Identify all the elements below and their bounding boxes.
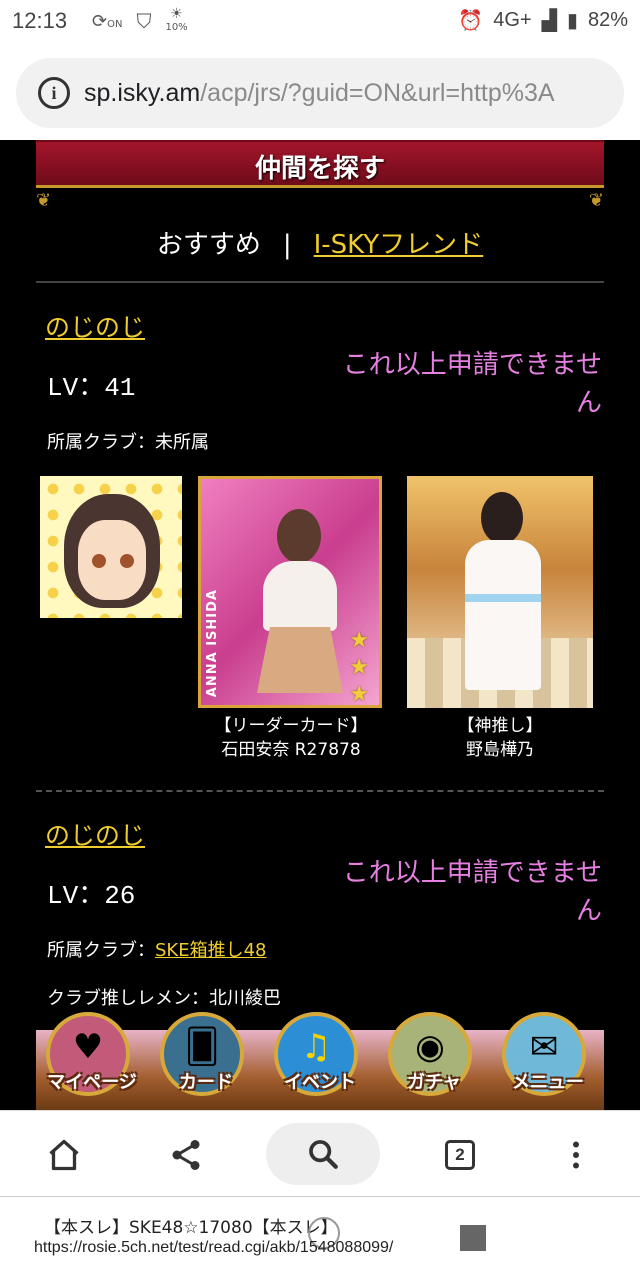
caption-overlay: 【本スレ】SKE48☆17080【本スレ】 https://rosie.5ch.…	[0, 1196, 640, 1280]
page-title: 仲間を探す	[254, 154, 385, 184]
thread-title: 【本スレ】SKE48☆17080【本スレ】	[44, 1218, 338, 1238]
notification-icons: ⟳ON ⛉ ☀ 10%	[92, 6, 188, 34]
music-note-icon: ♫	[300, 1027, 332, 1067]
divider	[36, 790, 604, 792]
system-indicators: ⏰ 4G+ ▟ ▮ 82%	[458, 8, 628, 33]
clock: 12:13	[12, 8, 68, 33]
home-button[interactable]	[42, 1133, 86, 1177]
oshi-caption: 【神推し】 野島樺乃	[457, 716, 543, 760]
browser-toolbar: 2	[0, 1110, 640, 1196]
data-saver-icon: ⟳ON	[92, 10, 123, 32]
club-info: 所属クラブ：未所属	[47, 432, 209, 453]
cards-icon: 🂠	[184, 1027, 220, 1067]
share-button[interactable]	[164, 1133, 208, 1177]
web-content: 仲間を探す ❦ ❦ おすすめ | I-SKYフレンド のじのじ LV：41 これ以上…	[0, 140, 640, 1110]
tab-isky-friend[interactable]: I-SKYフレンド	[314, 230, 484, 260]
game-navigation: ♥ マイページ 🂠 カード ♫ イベント ◉ ガチャ ✉ メニュー	[36, 1012, 604, 1110]
oshimen-value: 北川綾巴	[209, 988, 281, 1009]
friend-tabs: おすすめ | I-SKYフレンド	[0, 224, 640, 261]
event-button[interactable]: ♫ イベント	[274, 1012, 358, 1096]
oshi-member-image[interactable]	[407, 476, 593, 708]
tab-count: 2	[445, 1140, 475, 1170]
member-level: LV：26	[47, 881, 136, 911]
member-level: LV：41	[47, 373, 136, 403]
browser-header: i sp.isky.am/acp/jrs/?guid=ON&url=http%3…	[0, 48, 640, 140]
rarity-stars-icon: ★ ★ ★	[349, 628, 369, 707]
alarm-icon: ⏰	[458, 10, 484, 32]
club-oshimen: クラブ推しレメン：北川綾巴	[47, 988, 281, 1009]
divider	[36, 281, 604, 283]
signal-icon: ▟	[541, 10, 557, 32]
card-button[interactable]: 🂠 カード	[160, 1012, 244, 1096]
address-bar[interactable]: i sp.isky.am/acp/jrs/?guid=ON&url=http%3…	[16, 58, 624, 128]
mypage-button[interactable]: ♥ マイページ	[46, 1012, 137, 1096]
network-type: 4G+	[493, 9, 532, 31]
more-menu-button[interactable]	[554, 1133, 598, 1177]
member-entry: のじのじ LV：41 これ以上申請できません 所属クラブ：未所属 ANNA IS…	[36, 300, 604, 790]
battery-level: 82%	[587, 9, 628, 31]
search-icon	[309, 1140, 338, 1169]
apply-status: これ以上申請できません	[342, 858, 602, 926]
status-bar: 12:13 ⟳ON ⛉ ☀ 10% ⏰ 4G+ ▟ ▮ 82%	[0, 0, 640, 48]
more-vert-icon	[573, 1141, 579, 1169]
thread-url: https://rosie.5ch.net/test/read.cgi/akb/…	[34, 1239, 394, 1256]
leader-card-image[interactable]: ANNA ISHIDA ★ ★ ★	[198, 476, 382, 708]
info-icon[interactable]: i	[38, 77, 70, 109]
battery-icon: ▮	[566, 10, 578, 32]
club-info: 所属クラブ：SKE箱推し48	[47, 940, 267, 961]
home-icon	[49, 1139, 79, 1171]
ornament-icon: ❦	[588, 190, 604, 211]
gacha-button[interactable]: ◉ ガチャ	[388, 1012, 472, 1096]
leader-card-caption: 【リーダーカード】 石田安奈 R27878	[214, 716, 368, 760]
member-avatar[interactable]	[40, 476, 182, 618]
club-link[interactable]: SKE箱推し48	[155, 940, 267, 961]
ornament-icon: ❦	[36, 190, 52, 211]
tab-recommended[interactable]: おすすめ	[157, 230, 261, 260]
stop-icon	[460, 1225, 486, 1251]
tab-switcher-button[interactable]: 2	[438, 1133, 482, 1177]
menu-button[interactable]: ✉ メニュー	[502, 1012, 586, 1096]
menu-scroll-icon: ✉	[529, 1027, 559, 1067]
member-name-link[interactable]: のじのじ	[45, 308, 145, 344]
member-name-link[interactable]: のじのじ	[45, 816, 145, 852]
club-value: 未所属	[155, 432, 209, 453]
apply-status: これ以上申請できません	[342, 350, 602, 418]
title-banner: 仲間を探す	[36, 140, 604, 188]
member-entry: のじのじ LV：26 これ以上申請できません 所属クラブ：SKE箱推し48 クラ…	[36, 808, 604, 1038]
shield-icon: ⛉	[136, 9, 152, 33]
share-icon	[172, 1140, 200, 1170]
heart-icon: ♥	[72, 1027, 104, 1067]
brightness-icon: ☀ 10%	[165, 6, 188, 33]
card-name-text: ANNA ISHIDA	[205, 589, 220, 698]
crystal-ball-icon: ◉	[415, 1027, 445, 1067]
url-text[interactable]: sp.isky.am/acp/jrs/?guid=ON&url=http%3A	[84, 79, 555, 108]
search-button[interactable]	[266, 1123, 380, 1185]
tab-separator: |	[282, 230, 292, 260]
